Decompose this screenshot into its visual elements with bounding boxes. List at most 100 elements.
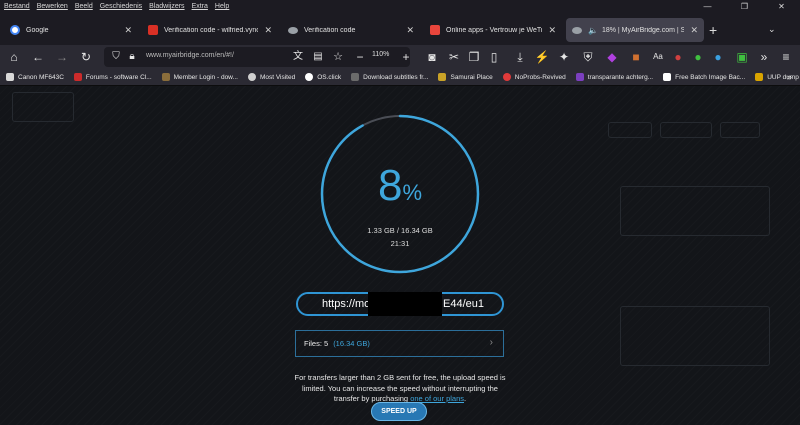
bookmark-star-icon[interactable]: ☆ bbox=[330, 49, 346, 65]
background-logo bbox=[12, 92, 74, 122]
overflow-icon[interactable]: » bbox=[756, 49, 772, 65]
reader-icon[interactable]: ▤ bbox=[310, 49, 326, 65]
share-link-prefix: https://mo bbox=[322, 298, 371, 310]
progress-percent-sign: % bbox=[402, 180, 423, 205]
google-icon bbox=[10, 25, 20, 35]
forward-icon[interactable]: → bbox=[54, 49, 70, 65]
tab-verification-gmail[interactable]: Verification code - wilfried.vynck@... ✕ bbox=[142, 18, 278, 42]
bookmark-item[interactable]: Free Batch Image Bac... bbox=[663, 73, 745, 81]
bookmark-item[interactable]: UUP dump bbox=[755, 73, 799, 81]
screenshot-icon[interactable]: ◙ bbox=[424, 49, 440, 65]
extension-lightning-icon[interactable]: ⚡ bbox=[534, 49, 550, 65]
close-tab-icon[interactable]: ✕ bbox=[264, 25, 272, 36]
bookmarks-toolbar: Canon MF643C Forums - software Cl... Mem… bbox=[0, 69, 800, 86]
samurai-icon bbox=[438, 73, 447, 81]
bookmark-item[interactable]: Most Visited bbox=[247, 73, 296, 81]
menu-bladwijzers[interactable]: Bladwijzers bbox=[149, 3, 184, 10]
time-remaining: 21:31 bbox=[390, 239, 410, 248]
maximize-button[interactable]: ❐ bbox=[726, 0, 763, 13]
download-icon[interactable]: ⤓ bbox=[512, 49, 528, 65]
bookmark-item[interactable]: transparante achterg... bbox=[575, 73, 654, 81]
close-tab-icon[interactable]: ✕ bbox=[690, 25, 698, 36]
navigation-bar: ⌂ ← → ↻ ⛉ 🔒︎ www.myairbridge.com/en/#!/ … bbox=[0, 45, 800, 69]
menu-bestand[interactable]: Bestand bbox=[4, 3, 30, 10]
bookmark-item[interactable]: Download subtitles fr... bbox=[351, 73, 428, 81]
close-tab-icon[interactable]: ✕ bbox=[548, 25, 556, 36]
menu-hamburger-icon[interactable]: ≡ bbox=[778, 49, 794, 65]
close-window-button[interactable]: ✕ bbox=[763, 0, 800, 13]
menu-geschiedenis[interactable]: Geschiedenis bbox=[100, 3, 142, 10]
background-nav-button bbox=[720, 122, 760, 138]
cut-icon[interactable]: ✂ bbox=[446, 49, 462, 65]
bookmarks-overflow-icon[interactable]: » bbox=[787, 72, 792, 82]
tab-label: Google bbox=[26, 26, 49, 34]
ublock-icon[interactable]: ⛨ bbox=[580, 49, 596, 65]
menu-beeld[interactable]: Beeld bbox=[75, 3, 93, 10]
speaker-icon[interactable]: 🔈 bbox=[588, 26, 598, 35]
bookmark-label: transparante achterg... bbox=[587, 73, 654, 81]
tab-online-apps[interactable]: Online apps - Vertrouw je WeTransfer... … bbox=[424, 18, 562, 42]
reload-icon[interactable]: ↻ bbox=[78, 49, 94, 65]
noprobs-icon bbox=[502, 73, 511, 81]
zoom-in-icon[interactable]: + bbox=[398, 49, 414, 65]
bookmark-item[interactable]: Forums - software Cl... bbox=[73, 73, 152, 81]
paste-icon[interactable]: ▯ bbox=[486, 49, 502, 65]
copy-icon[interactable]: ❐ bbox=[466, 49, 482, 65]
subtitle-icon bbox=[351, 73, 360, 81]
extension-orange-icon[interactable]: ■ bbox=[628, 49, 644, 65]
note-end: . bbox=[464, 394, 467, 403]
extension-blue-icon[interactable]: ● bbox=[710, 49, 726, 65]
progress-percent-value: 8 bbox=[377, 161, 403, 210]
window-controls: — ❐ ✕ bbox=[689, 0, 800, 13]
tab-google[interactable]: Google ✕ bbox=[4, 18, 138, 42]
speed-limit-note: For transfers larger than 2 GB sent for … bbox=[290, 373, 510, 405]
image-icon bbox=[575, 73, 584, 81]
page-content: 8% 1.33 GB / 16.34 GB 21:31 https://mo E… bbox=[0, 86, 800, 425]
back-icon[interactable]: ← bbox=[30, 49, 46, 65]
uup-icon bbox=[755, 73, 764, 81]
tab-label: 18% | MyAirBridge.com | Send or... bbox=[601, 26, 685, 34]
lock-icon[interactable]: 🔒︎ bbox=[124, 49, 140, 65]
zoom-level[interactable]: 110% bbox=[372, 51, 389, 58]
close-tab-icon[interactable]: ✕ bbox=[406, 25, 414, 36]
extension-red-icon[interactable]: ● bbox=[670, 49, 686, 65]
extension-purple-icon[interactable]: ◆ bbox=[604, 49, 620, 65]
tab-verification-code[interactable]: Verification code ✕ bbox=[282, 18, 420, 42]
forum-icon bbox=[73, 73, 82, 81]
chevron-right-icon[interactable]: › bbox=[490, 337, 493, 348]
bookmark-label: Download subtitles fr... bbox=[363, 73, 429, 81]
close-tab-icon[interactable]: ✕ bbox=[124, 25, 132, 36]
home-icon[interactable]: ⌂ bbox=[6, 49, 22, 65]
note-text: For transfers larger than 2 GB sent for … bbox=[294, 373, 506, 403]
bookmark-item[interactable]: Canon MF643C bbox=[6, 73, 64, 81]
bookmark-label: Forums - software Cl... bbox=[85, 73, 152, 81]
extensions-puzzle-icon[interactable]: ✦ bbox=[556, 49, 572, 65]
new-tab-button[interactable]: + bbox=[709, 22, 717, 38]
extension-green-icon[interactable]: ● bbox=[690, 49, 706, 65]
bookmark-label: Canon MF643C bbox=[18, 73, 64, 81]
shield-icon[interactable]: ⛉ bbox=[108, 49, 124, 65]
menu-extra[interactable]: Extra bbox=[192, 3, 208, 10]
bookmark-item[interactable]: NoProbs-Revived bbox=[502, 73, 566, 81]
bookmark-item[interactable]: Samurai Place bbox=[438, 73, 493, 81]
files-summary[interactable]: Files: 5 (16.34 GB) › bbox=[295, 330, 504, 357]
zoom-out-icon[interactable]: − bbox=[352, 49, 368, 65]
files-count: 5 bbox=[324, 339, 329, 348]
tab-list-button[interactable]: ⌄ bbox=[768, 24, 776, 35]
menu-help[interactable]: Help bbox=[215, 3, 229, 10]
printer-icon[interactable]: ▣ bbox=[734, 49, 750, 65]
tab-label: Verification code - wilfried.vynck@... bbox=[164, 26, 259, 34]
tab-myairbridge[interactable]: 🔈 18% | MyAirBridge.com | Send or... ✕ bbox=[566, 18, 704, 42]
translate-icon[interactable]: 文 bbox=[290, 49, 306, 65]
background-panel bbox=[620, 306, 770, 366]
member-icon bbox=[161, 73, 170, 81]
url-text[interactable]: www.myairbridge.com/en/#!/ bbox=[146, 52, 234, 59]
minimize-button[interactable]: — bbox=[689, 0, 726, 13]
progress-percentage: 8% bbox=[0, 161, 800, 211]
bookmark-item[interactable]: OS.click bbox=[305, 73, 341, 81]
bookmark-label: Most Visited bbox=[259, 73, 296, 81]
font-icon[interactable]: Aa bbox=[650, 49, 666, 65]
bookmark-item[interactable]: Member Login - dow... bbox=[161, 73, 238, 81]
speed-up-button[interactable]: SPEED UP bbox=[371, 402, 427, 421]
menu-bewerken[interactable]: Bewerken bbox=[37, 3, 68, 10]
